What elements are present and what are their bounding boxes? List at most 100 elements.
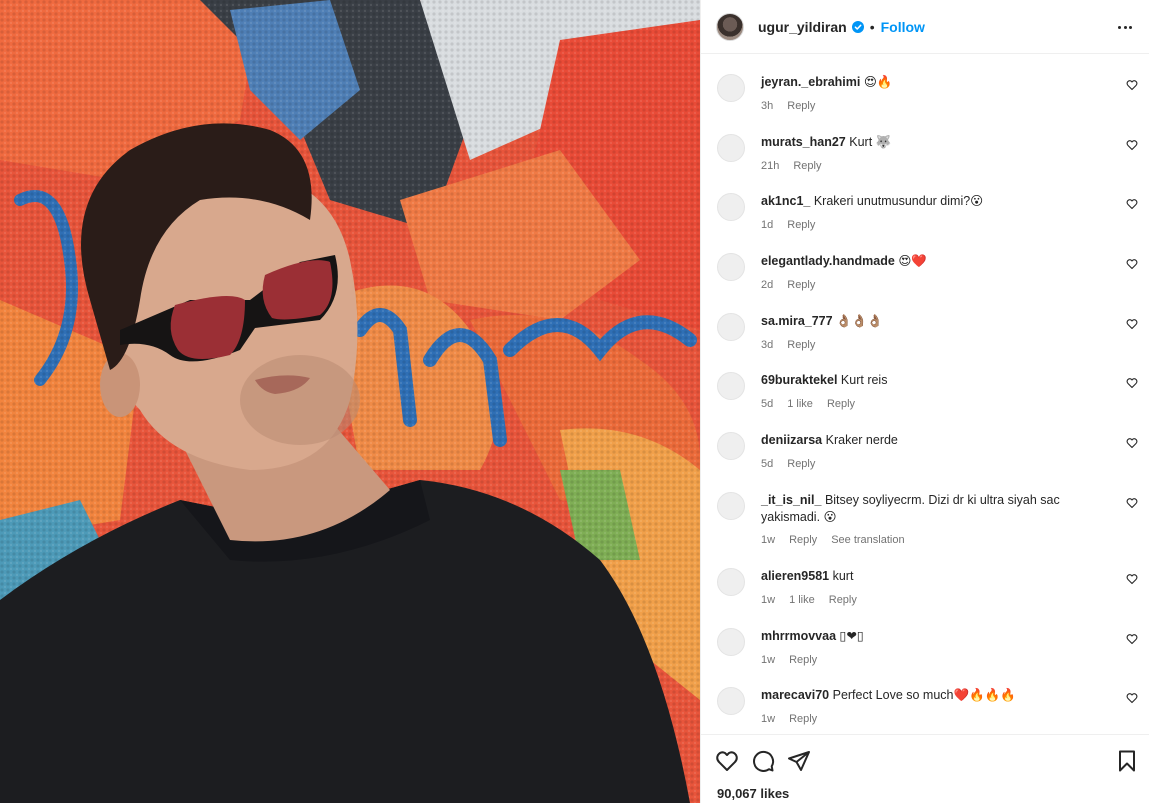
likes-count[interactable]: 90,067 likes: [717, 786, 789, 801]
comment-avatar[interactable]: [717, 372, 745, 400]
comment-text: _it_is_nil_ Bitsey soyliyecrm. Dizi dr k…: [761, 492, 1111, 526]
reply-button[interactable]: Reply: [829, 594, 857, 606]
heart-icon[interactable]: [715, 749, 739, 773]
comment-time[interactable]: 3h: [761, 100, 773, 112]
post-side-panel: ugur_yildiran • Follow jeyran._ebrahimi …: [700, 0, 1149, 803]
comment-body: Perfect Love so much❤️🔥🔥🔥: [832, 688, 1016, 702]
comment-heart-icon[interactable]: [1126, 258, 1138, 270]
header-separator: •: [869, 18, 875, 35]
comment-meta: 5d Reply: [761, 458, 815, 470]
comment-heart-icon[interactable]: [1126, 437, 1138, 449]
post-actions-bar: 90,067 likes: [701, 734, 1149, 803]
comment-heart-icon[interactable]: [1126, 79, 1138, 91]
reply-button[interactable]: Reply: [787, 458, 815, 470]
comment-like-count[interactable]: 1 like: [789, 594, 815, 606]
comment-meta: 3d Reply: [761, 339, 815, 351]
comment-username[interactable]: alieren9581: [761, 569, 829, 583]
reply-button[interactable]: Reply: [789, 654, 817, 666]
follow-button[interactable]: Follow: [881, 19, 925, 35]
comment-heart-icon[interactable]: [1126, 692, 1138, 704]
more-options-icon[interactable]: [1118, 19, 1132, 35]
comment-username[interactable]: mhrrmovvaa: [761, 629, 836, 643]
post-header: ugur_yildiran • Follow: [701, 0, 1149, 54]
comment-time[interactable]: 2d: [761, 279, 773, 291]
comment-heart-icon[interactable]: [1126, 633, 1138, 645]
comment-body: 👌🏽👌🏽👌🏽: [836, 314, 883, 328]
comment-text: mhrrmovvaa ▯❤▯: [761, 628, 1111, 645]
comment-avatar[interactable]: [717, 313, 745, 341]
comment-username[interactable]: elegantlady.handmade: [761, 254, 895, 268]
comment-heart-icon[interactable]: [1126, 497, 1138, 509]
comment-username[interactable]: _it_is_nil_: [761, 493, 821, 507]
comment-body: Kurt 🐺: [849, 135, 892, 149]
comment-username[interactable]: ak1nc1_: [761, 194, 810, 208]
reply-button[interactable]: Reply: [789, 713, 817, 725]
comment-meta: 1w 1 like Reply: [761, 594, 857, 606]
more-dot: [1118, 25, 1121, 29]
comment-heart-icon[interactable]: [1126, 377, 1138, 389]
comment-avatar[interactable]: [717, 568, 745, 596]
comment-body: ▯❤▯: [839, 629, 864, 643]
comment-heart-icon[interactable]: [1126, 139, 1138, 151]
comment-time[interactable]: 1w: [761, 713, 775, 725]
comment-text: jeyran._ebrahimi 😍🔥: [761, 74, 1111, 91]
comment-icon[interactable]: [751, 749, 775, 773]
comment-username[interactable]: sa.mira_777: [761, 314, 833, 328]
reply-button[interactable]: Reply: [787, 100, 815, 112]
reply-button[interactable]: Reply: [787, 339, 815, 351]
comment-heart-icon[interactable]: [1126, 573, 1138, 585]
comment-avatar[interactable]: [717, 253, 745, 281]
post-photo[interactable]: [0, 0, 700, 803]
bookmark-icon[interactable]: [1115, 749, 1139, 773]
reply-button[interactable]: Reply: [787, 219, 815, 231]
reply-button[interactable]: Reply: [827, 398, 855, 410]
comment-text: 69buraktekel Kurt reis: [761, 372, 1111, 389]
comment-time[interactable]: 1w: [761, 594, 775, 606]
comments-list[interactable]: jeyran._ebrahimi 😍🔥 3h Reply murats_han2…: [701, 54, 1149, 734]
comment-time[interactable]: 1d: [761, 219, 773, 231]
comment-username[interactable]: 69buraktekel: [761, 373, 837, 387]
comment-heart-icon[interactable]: [1126, 318, 1138, 330]
author-username[interactable]: ugur_yildiran: [758, 19, 847, 35]
author-avatar[interactable]: [716, 12, 744, 41]
comment-avatar[interactable]: [717, 492, 745, 520]
comment-time[interactable]: 5d: [761, 398, 773, 410]
comment-avatar[interactable]: [717, 193, 745, 221]
verified-badge-icon: [851, 20, 864, 33]
comment-text: murats_han27 Kurt 🐺: [761, 134, 1111, 151]
see-translation-link[interactable]: See translation: [831, 534, 904, 546]
comment-avatar[interactable]: [717, 74, 745, 102]
comment-time[interactable]: 1w: [761, 654, 775, 666]
comment-text: marecavi70 Perfect Love so much❤️🔥🔥🔥: [761, 687, 1111, 704]
comment-avatar[interactable]: [717, 628, 745, 656]
comment-text: alieren9581 kurt: [761, 568, 1111, 585]
comment-body: 😍🔥: [863, 75, 893, 89]
comment-body: Kurt reis: [840, 373, 888, 387]
comment-text: deniizarsa Kraker nerde: [761, 432, 1111, 449]
comment-meta: 1w Reply: [761, 713, 817, 725]
comment-time[interactable]: 5d: [761, 458, 773, 470]
comment-avatar[interactable]: [717, 687, 745, 715]
reply-button[interactable]: Reply: [787, 279, 815, 291]
comment-username[interactable]: murats_han27: [761, 135, 846, 149]
reply-button[interactable]: Reply: [789, 534, 817, 546]
comment-meta: 2d Reply: [761, 279, 815, 291]
comment-time[interactable]: 21h: [761, 160, 779, 172]
comment-meta: 1w Reply: [761, 654, 817, 666]
comment-time[interactable]: 1w: [761, 534, 775, 546]
comment-text: elegantlady.handmade 😍❤️: [761, 253, 1111, 270]
comment-username[interactable]: deniizarsa: [761, 433, 822, 447]
comment-like-count[interactable]: 1 like: [787, 398, 813, 410]
comment-username[interactable]: marecavi70: [761, 688, 829, 702]
comment-avatar[interactable]: [717, 432, 745, 460]
more-dot: [1129, 25, 1132, 29]
comment-username[interactable]: jeyran._ebrahimi: [761, 75, 860, 89]
share-icon[interactable]: [787, 749, 811, 773]
comment-heart-icon[interactable]: [1126, 198, 1138, 210]
comment-meta: 21h Reply: [761, 160, 821, 172]
comment-meta: 5d 1 like Reply: [761, 398, 855, 410]
comment-time[interactable]: 3d: [761, 339, 773, 351]
comment-avatar[interactable]: [717, 134, 745, 162]
reply-button[interactable]: Reply: [793, 160, 821, 172]
comment-body: Krakeri unutmusundur dimi?😮: [813, 194, 984, 208]
